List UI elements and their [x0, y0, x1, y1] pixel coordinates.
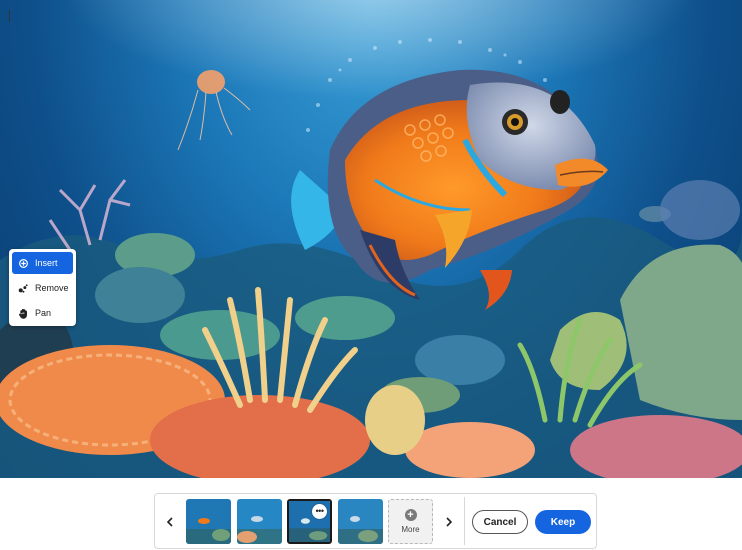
tool-pan[interactable]: Pan: [12, 302, 73, 324]
tool-insert[interactable]: Insert: [12, 252, 73, 274]
plus-circle-icon: +: [404, 509, 417, 521]
previous-variation-button[interactable]: [164, 515, 176, 529]
insert-brush-icon: [18, 258, 29, 269]
thumbnail-image: [237, 499, 282, 544]
text-cursor: [9, 10, 10, 22]
chevron-right-icon: [446, 517, 453, 527]
variation-thumbnail-3[interactable]: •••: [287, 499, 332, 544]
ellipsis-icon: •••: [315, 506, 324, 516]
more-options-button[interactable]: •••: [312, 504, 327, 519]
remove-brush-icon: [18, 283, 29, 294]
divider: [464, 497, 465, 545]
variation-thumbnail-4[interactable]: [338, 499, 383, 544]
tool-remove-label: Remove: [35, 283, 69, 293]
more-variations-button[interactable]: + More: [388, 499, 433, 544]
variation-thumbnail-2[interactable]: [237, 499, 282, 544]
thumbnail-image: [186, 499, 231, 544]
tool-remove[interactable]: Remove: [12, 277, 73, 299]
underwater-reef-image: [0, 0, 742, 478]
variation-thumbnail-1[interactable]: [186, 499, 231, 544]
keep-button[interactable]: Keep: [535, 510, 591, 534]
tool-pan-label: Pan: [35, 308, 52, 318]
cancel-button[interactable]: Cancel: [472, 510, 528, 534]
chevron-left-icon: [166, 517, 173, 527]
image-canvas[interactable]: Insert Remove Pan: [0, 0, 742, 478]
tool-menu: Insert Remove Pan: [9, 249, 76, 326]
tool-insert-label: Insert: [35, 258, 58, 268]
next-variation-button[interactable]: [443, 515, 455, 529]
hand-icon: [18, 308, 29, 319]
thumbnail-image: [338, 499, 383, 544]
more-label: More: [401, 525, 420, 534]
